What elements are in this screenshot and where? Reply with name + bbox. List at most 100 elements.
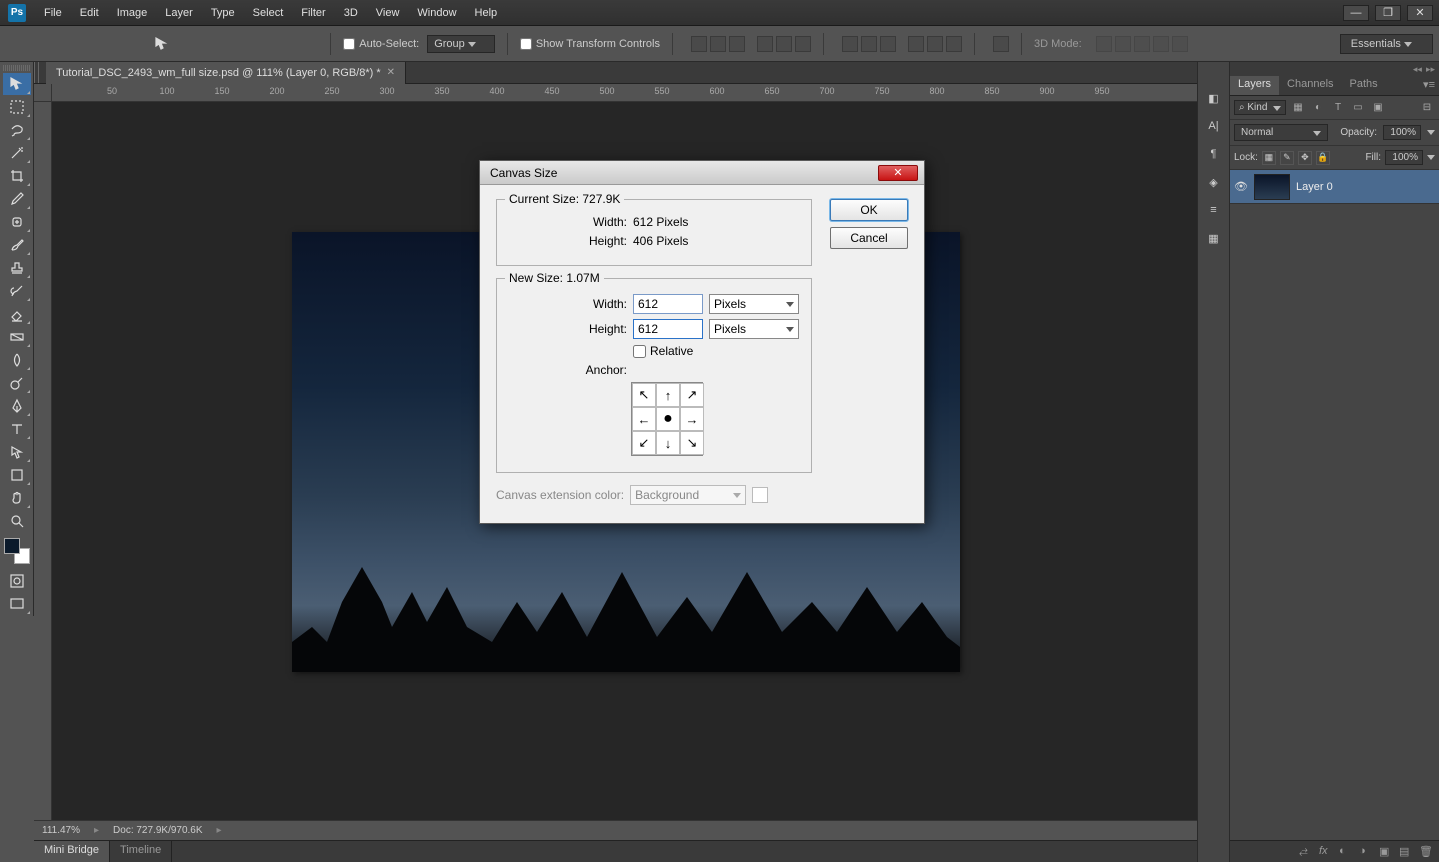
status-caret-icon[interactable]: ▸ bbox=[217, 825, 222, 836]
active-tool-icon[interactable] bbox=[150, 32, 174, 56]
distribute-vcenter-icon[interactable] bbox=[861, 36, 877, 52]
adjustment-icon[interactable]: ◑ bbox=[1359, 845, 1373, 859]
new-width-unit-select[interactable]: Pixels bbox=[709, 294, 799, 314]
tab-layers[interactable]: Layers bbox=[1230, 76, 1279, 95]
screenmode-toggle[interactable] bbox=[3, 593, 31, 615]
crop-tool[interactable] bbox=[3, 165, 31, 187]
quickmask-toggle[interactable] bbox=[3, 570, 31, 592]
blend-mode-select[interactable]: Normal bbox=[1234, 124, 1328, 141]
new-height-input[interactable] bbox=[633, 319, 703, 339]
status-arrow-icon[interactable]: ▸ bbox=[94, 825, 99, 836]
filter-toggle[interactable]: ⊟ bbox=[1419, 100, 1435, 116]
anchor-nw[interactable]: ↖ bbox=[632, 383, 656, 407]
cancel-button[interactable]: Cancel bbox=[830, 227, 908, 249]
window-minimize[interactable]: — bbox=[1343, 5, 1369, 21]
align-vcenter-icon[interactable] bbox=[710, 36, 726, 52]
distribute-left-icon[interactable] bbox=[908, 36, 924, 52]
delete-layer-icon[interactable]: 🗑 bbox=[1419, 845, 1433, 859]
eraser-tool[interactable] bbox=[3, 303, 31, 325]
properties-panel-icon[interactable]: ≡ bbox=[1202, 198, 1226, 222]
menu-select[interactable]: Select bbox=[245, 4, 292, 22]
3d-slide-icon[interactable] bbox=[1153, 36, 1169, 52]
character-panel-icon[interactable]: A| bbox=[1202, 114, 1226, 138]
paragraph-panel-icon[interactable]: ¶ bbox=[1202, 142, 1226, 166]
3d-panel-icon[interactable]: ◈ bbox=[1202, 170, 1226, 194]
dodge-tool[interactable] bbox=[3, 372, 31, 394]
menu-type[interactable]: Type bbox=[203, 4, 243, 22]
stamp-tool[interactable] bbox=[3, 257, 31, 279]
lock-all-icon[interactable]: 🔒 bbox=[1316, 151, 1330, 165]
info-panel-icon[interactable]: ▦ bbox=[1202, 226, 1226, 250]
menu-filter[interactable]: Filter bbox=[293, 4, 333, 22]
tab-channels[interactable]: Channels bbox=[1279, 76, 1341, 95]
new-height-unit-select[interactable]: Pixels bbox=[709, 319, 799, 339]
foreground-color-swatch[interactable] bbox=[4, 538, 20, 554]
3d-drag-icon[interactable] bbox=[1134, 36, 1150, 52]
layer-thumbnail[interactable] bbox=[1254, 174, 1290, 200]
distribute-top-icon[interactable] bbox=[842, 36, 858, 52]
menu-3d[interactable]: 3D bbox=[336, 4, 366, 22]
tab-mini-bridge[interactable]: Mini Bridge bbox=[34, 841, 110, 862]
filter-pixel-icon[interactable]: ▦ bbox=[1290, 100, 1306, 116]
shape-tool[interactable] bbox=[3, 464, 31, 486]
align-hcenter-icon[interactable] bbox=[776, 36, 792, 52]
panel-menu-icon[interactable]: ▾≡ bbox=[1415, 76, 1439, 95]
magic-wand-tool[interactable] bbox=[3, 142, 31, 164]
anchor-w[interactable]: ← bbox=[632, 407, 656, 431]
type-tool[interactable] bbox=[3, 418, 31, 440]
window-maximize[interactable]: ❐ bbox=[1375, 5, 1401, 21]
zoom-level[interactable]: 111.47% bbox=[42, 825, 80, 836]
ruler-vertical[interactable] bbox=[34, 102, 52, 820]
pen-tool[interactable] bbox=[3, 395, 31, 417]
filter-shape-icon[interactable]: ▭ bbox=[1350, 100, 1366, 116]
layer-name[interactable]: Layer 0 bbox=[1296, 181, 1333, 193]
extension-color-swatch[interactable] bbox=[752, 487, 768, 503]
filter-smart-icon[interactable]: ▣ bbox=[1370, 100, 1386, 116]
lasso-tool[interactable] bbox=[3, 119, 31, 141]
dialog-close-button[interactable]: ✕ bbox=[878, 165, 918, 181]
align-bottom-icon[interactable] bbox=[729, 36, 745, 52]
panel-grip[interactable] bbox=[3, 65, 30, 71]
align-top-icon[interactable] bbox=[691, 36, 707, 52]
path-select-tool[interactable] bbox=[3, 441, 31, 463]
align-right-icon[interactable] bbox=[795, 36, 811, 52]
ruler-horizontal[interactable]: 50 100 150 200 250 300 350 400 450 500 5… bbox=[52, 84, 1197, 102]
move-tool[interactable] bbox=[3, 73, 31, 95]
anchor-se[interactable]: ↘ bbox=[680, 431, 704, 455]
mask-icon[interactable]: ◐ bbox=[1339, 845, 1353, 859]
menu-image[interactable]: Image bbox=[109, 4, 156, 22]
extension-color-select[interactable]: Background bbox=[630, 485, 746, 505]
relative-checkbox[interactable]: Relative bbox=[633, 344, 799, 358]
eyedropper-tool[interactable] bbox=[3, 188, 31, 210]
link-layers-icon[interactable]: ⥄ bbox=[1299, 845, 1313, 859]
layer-row[interactable]: 👁 Layer 0 bbox=[1230, 170, 1439, 204]
new-layer-icon[interactable]: ▤ bbox=[1399, 845, 1413, 859]
menu-help[interactable]: Help bbox=[467, 4, 506, 22]
dialog-titlebar[interactable]: Canvas Size ✕ bbox=[480, 161, 924, 185]
anchor-center[interactable]: ● bbox=[656, 407, 680, 431]
menu-view[interactable]: View bbox=[368, 4, 408, 22]
marquee-tool[interactable] bbox=[3, 96, 31, 118]
3d-scale-icon[interactable] bbox=[1172, 36, 1188, 52]
color-swatches[interactable] bbox=[4, 538, 30, 564]
gradient-tool[interactable] bbox=[3, 326, 31, 348]
opacity-field[interactable]: 100% bbox=[1383, 125, 1421, 140]
tab-timeline[interactable]: Timeline bbox=[110, 841, 172, 862]
history-panel-icon[interactable]: ◧ bbox=[1202, 86, 1226, 110]
history-brush-tool[interactable] bbox=[3, 280, 31, 302]
filter-type-icon[interactable]: T bbox=[1330, 100, 1346, 116]
fx-icon[interactable]: fx bbox=[1319, 845, 1333, 859]
auto-align-button[interactable] bbox=[993, 36, 1009, 52]
anchor-e[interactable]: → bbox=[680, 407, 704, 431]
close-tab-icon[interactable]: ✕ bbox=[387, 67, 395, 78]
menu-layer[interactable]: Layer bbox=[157, 4, 201, 22]
opacity-flyout-icon[interactable] bbox=[1427, 130, 1435, 135]
auto-select-mode[interactable]: Group bbox=[427, 35, 495, 53]
distribute-right-icon[interactable] bbox=[946, 36, 962, 52]
document-tab[interactable]: Tutorial_DSC_2493_wm_full size.psd @ 111… bbox=[46, 62, 406, 84]
workspace-switcher[interactable]: Essentials bbox=[1340, 34, 1433, 54]
healing-tool[interactable] bbox=[3, 211, 31, 233]
anchor-sw[interactable]: ↙ bbox=[632, 431, 656, 455]
group-icon[interactable]: ▣ bbox=[1379, 845, 1393, 859]
new-width-input[interactable] bbox=[633, 294, 703, 314]
